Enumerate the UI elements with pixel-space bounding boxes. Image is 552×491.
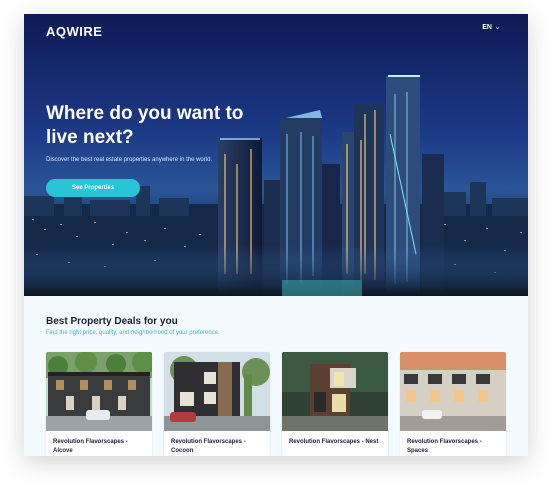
- property-photo: [282, 352, 388, 431]
- city-skyline-image: [24, 75, 528, 296]
- hero-title: Where do you want to live next?: [46, 103, 244, 148]
- property-card[interactable]: Revolution Flavorscapes - Nest: [282, 352, 388, 456]
- property-name: Revolution Flavorscapes - Cocoon: [171, 439, 246, 454]
- property-name: Revolution Flavorscapes - Alcove: [53, 439, 128, 454]
- property-name: Revolution Flavorscapes - Spaces: [407, 439, 482, 454]
- deals-title: Best Property Deals for you: [46, 316, 178, 327]
- language-selector[interactable]: EN ⌄: [482, 24, 500, 31]
- hero-subtitle: Discover the best real estate properties…: [46, 157, 213, 163]
- property-name: Revolution Flavorscapes - Nest: [289, 439, 379, 445]
- property-photo: [46, 352, 152, 431]
- see-properties-button[interactable]: See Properties: [46, 179, 140, 197]
- chevron-down-icon: ⌄: [494, 25, 500, 31]
- property-card[interactable]: Revolution Flavorscapes - Alcove: [46, 352, 152, 456]
- brand-logo[interactable]: AQWIRE: [46, 24, 102, 39]
- property-list: Revolution Flavorscapes - Alcove Revolut…: [46, 352, 506, 456]
- property-card[interactable]: Revolution Flavorscapes - Cocoon: [164, 352, 270, 456]
- language-label: EN: [482, 24, 492, 31]
- landing-page: AQWIRE EN ⌄ Where do you want to live ne…: [24, 14, 528, 456]
- hero-section: AQWIRE EN ⌄ Where do you want to live ne…: [24, 14, 528, 296]
- property-photo: [164, 352, 270, 431]
- property-card[interactable]: Revolution Flavorscapes - Spaces: [400, 352, 506, 456]
- property-photo: [400, 352, 506, 431]
- deals-subtitle: Find the right price, quality, and neigh…: [46, 330, 220, 336]
